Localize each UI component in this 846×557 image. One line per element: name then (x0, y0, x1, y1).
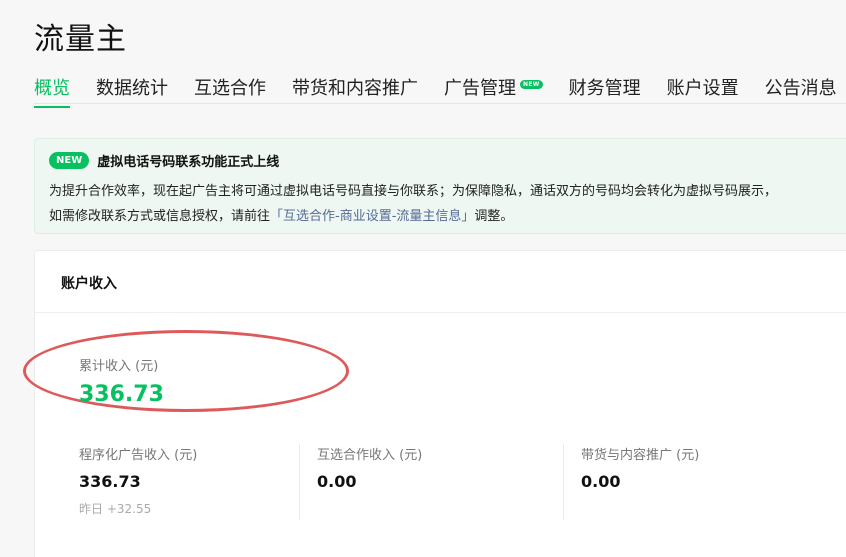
tab-finance[interactable]: 财务管理 (569, 74, 641, 106)
account-income-card: 账户收入 累计收入 (元) 336.73 程序化广告收入 (元) 336.73 … (23, 250, 846, 557)
notice-banner: NEW 虚拟电话号码联系功能正式上线 为提升合作效率，现在起广告主将可通过虚拟电… (34, 138, 846, 234)
notice-line-2: 如需修改联系方式或信息授权，请前往「互选合作-商业设置-流量主信息」调整。 (49, 204, 846, 229)
stat-label: 程序化广告收入 (元) (79, 448, 198, 463)
new-badge: NEW (520, 80, 543, 89)
notice-line-1: 为提升合作效率，现在起广告主将可通过虚拟电话号码直接与你联系；为保障隐私，通话双… (49, 184, 778, 199)
total-income-value: 336.73 (79, 382, 164, 407)
tabs-divider (34, 103, 846, 104)
tab-mutual-cooperation[interactable]: 互选合作 (194, 74, 266, 106)
stat-label: 带货与内容推广 (元) (581, 448, 700, 463)
notice-line-2-suffix: 调整。 (474, 209, 514, 224)
notice-new-badge: NEW (49, 152, 90, 169)
stat-label: 互选合作收入 (元) (317, 448, 423, 463)
tab-data-stats[interactable]: 数据统计 (96, 74, 168, 106)
stat-value: 0.00 (317, 472, 357, 491)
stat-value: 336.73 (79, 472, 141, 491)
stat-commerce-promotion: 带货与内容推广 (元) 0.00 (563, 444, 827, 522)
tab-account-settings[interactable]: 账户设置 (667, 74, 739, 106)
income-breakdown: 程序化广告收入 (元) 336.73 昨日 +32.55 互选合作收入 (元) … (35, 444, 846, 522)
stat-programmatic-ads: 程序化广告收入 (元) 336.73 昨日 +32.55 (35, 444, 299, 522)
merchant-settings-link[interactable]: 「互选合作-商业设置-流量主信息」 (270, 209, 474, 224)
notice-body: 为提升合作效率，现在起广告主将可通过虚拟电话号码直接与你联系；为保障隐私，通话双… (49, 179, 846, 229)
total-income-label: 累计收入 (元) (79, 359, 159, 374)
stat-mutual-cooperation: 互选合作收入 (元) 0.00 (299, 444, 563, 522)
total-income: 累计收入 (元) 336.73 (79, 355, 164, 407)
tab-announcements[interactable]: 公告消息 (765, 74, 837, 106)
notice-line-2-prefix: 如需修改联系方式或信息授权，请前往 (49, 209, 271, 224)
stat-value: 0.00 (581, 472, 621, 491)
tab-commerce-promotion[interactable]: 带货和内容推广 (292, 74, 418, 106)
tab-ad-management-label: 广告管理 (444, 78, 516, 99)
main-tabs: 概览 数据统计 互选合作 带货和内容推广 广告管理 NEW 财务管理 账户设置 公… (34, 74, 846, 108)
stat-yesterday: 昨日 +32.55 (79, 502, 152, 516)
card-title: 账户收入 (35, 251, 846, 313)
page-title: 流量主 (34, 22, 127, 57)
notice-title: 虚拟电话号码联系功能正式上线 (97, 155, 280, 170)
tab-ad-management[interactable]: 广告管理 NEW (444, 74, 543, 106)
annotation-circle (23, 330, 349, 412)
